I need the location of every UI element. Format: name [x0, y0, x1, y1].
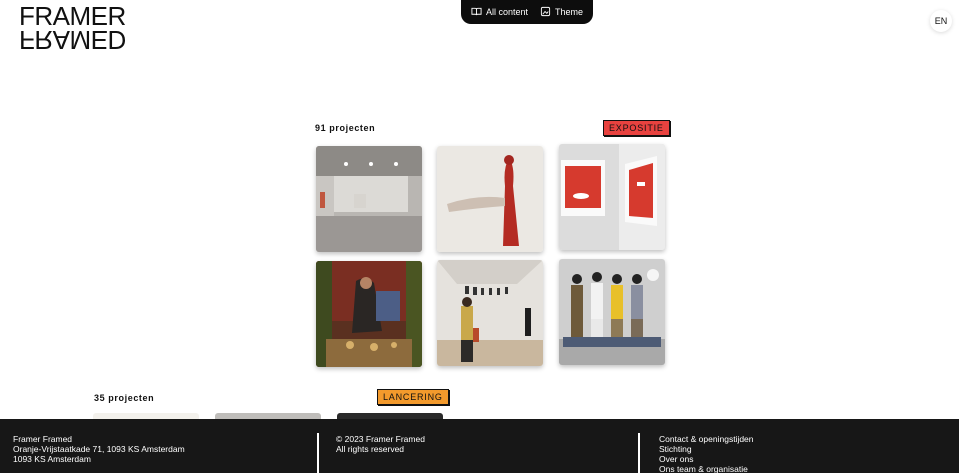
- footer-divider: [317, 433, 319, 473]
- theme-button[interactable]: Theme: [540, 6, 583, 19]
- gallery-hall-image: [316, 146, 422, 252]
- copyright-text: © 2023 Framer Framed: [336, 434, 425, 444]
- corridor-visitor-image: [437, 260, 543, 366]
- footer-org-name: Framer Framed: [13, 434, 73, 444]
- logo-line-1: FRAMER: [19, 1, 126, 31]
- footer-divider: [638, 433, 640, 473]
- performance-scene-image: [316, 261, 422, 367]
- project-card[interactable]: [559, 144, 665, 250]
- red-figure-artwork-image: [437, 146, 543, 252]
- tag-lancering[interactable]: LANCERING: [377, 389, 449, 405]
- language-switch-button[interactable]: EN: [930, 10, 952, 32]
- theme-label: Theme: [555, 7, 584, 17]
- footer-address: Framer Framed Oranje-Vrijstaatkade 71, 1…: [13, 434, 185, 464]
- project-card[interactable]: [316, 146, 422, 252]
- framer-framed-logo[interactable]: FRAMER FRAMED: [19, 1, 135, 55]
- footer-link-contact[interactable]: Contact & openingstijden: [659, 434, 754, 444]
- footer-link-over-ons[interactable]: Over ons: [659, 454, 754, 464]
- red-prints-wall-image: [559, 144, 665, 250]
- footer: Framer Framed Oranje-Vrijstaatkade 71, 1…: [0, 419, 959, 474]
- book-open-icon: [471, 6, 482, 19]
- rights-text: All rights reserved: [336, 444, 405, 454]
- project-card[interactable]: [437, 260, 543, 366]
- section-2-count: 35 projecten: [94, 393, 155, 403]
- section-1-count: 91 projecten: [315, 123, 376, 133]
- workwear-mannequins-image: [559, 259, 665, 365]
- theme-icon: [540, 6, 551, 19]
- all-content-label: All content: [485, 7, 528, 17]
- project-card[interactable]: [316, 261, 422, 367]
- logo-line-2-mirrored: FRAMED: [19, 25, 126, 55]
- footer-link-stichting[interactable]: Stichting: [659, 444, 754, 454]
- footer-city: 1093 KS Amsterdam: [13, 454, 91, 464]
- project-card[interactable]: [437, 146, 543, 252]
- top-navigation: All content Theme: [461, 0, 593, 24]
- project-card[interactable]: [559, 259, 665, 365]
- footer-copyright: © 2023 Framer Framed All rights reserved: [336, 434, 425, 454]
- all-content-button[interactable]: All content: [471, 6, 528, 19]
- tag-expositie[interactable]: EXPOSITIE: [603, 120, 670, 136]
- footer-links: Contact & openingstijden Stichting Over …: [659, 434, 754, 474]
- footer-street: Oranje-Vrijstaatkade 71, 1093 KS Amsterd…: [13, 444, 185, 454]
